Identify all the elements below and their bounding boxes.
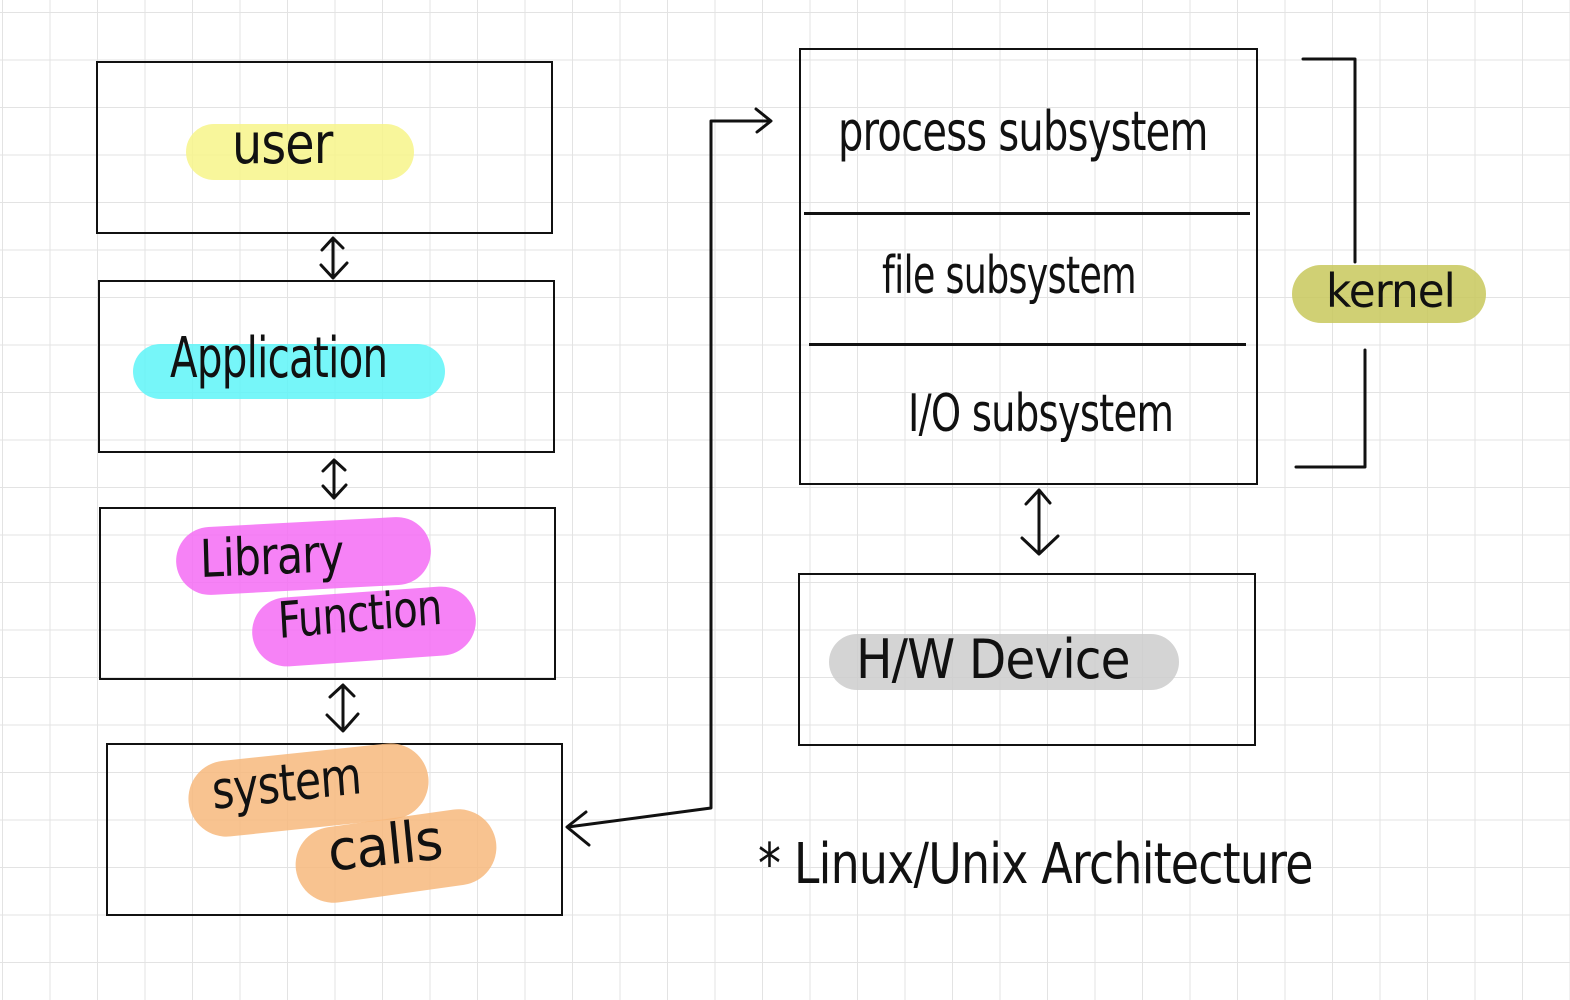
syscall-to-kernel-arrow xyxy=(565,107,773,847)
double-arrow-user-app xyxy=(319,236,349,280)
double-arrow-kernel-device xyxy=(1020,488,1060,556)
hw-device-label: H/W Device xyxy=(856,628,1131,691)
architecture-caption: * Linux/Unix Architecture xyxy=(758,832,1313,897)
kernel-divider-2 xyxy=(809,343,1246,346)
kernel-label: kernel xyxy=(1326,264,1456,318)
double-arrow-library-syscalls xyxy=(325,683,360,733)
application-label: Application xyxy=(170,326,388,391)
library-label: Library xyxy=(199,523,345,590)
kernel-divider-1 xyxy=(804,212,1250,215)
kernel-bracket xyxy=(1294,57,1367,469)
process-subsystem-label: process subsystem xyxy=(838,100,1208,163)
io-subsystem-label: I/O subsystem xyxy=(908,384,1174,444)
double-arrow-app-library xyxy=(321,458,348,500)
file-subsystem-label: file subsystem xyxy=(882,246,1137,306)
calls-label: calls xyxy=(324,807,445,885)
user-label: user xyxy=(232,112,333,177)
